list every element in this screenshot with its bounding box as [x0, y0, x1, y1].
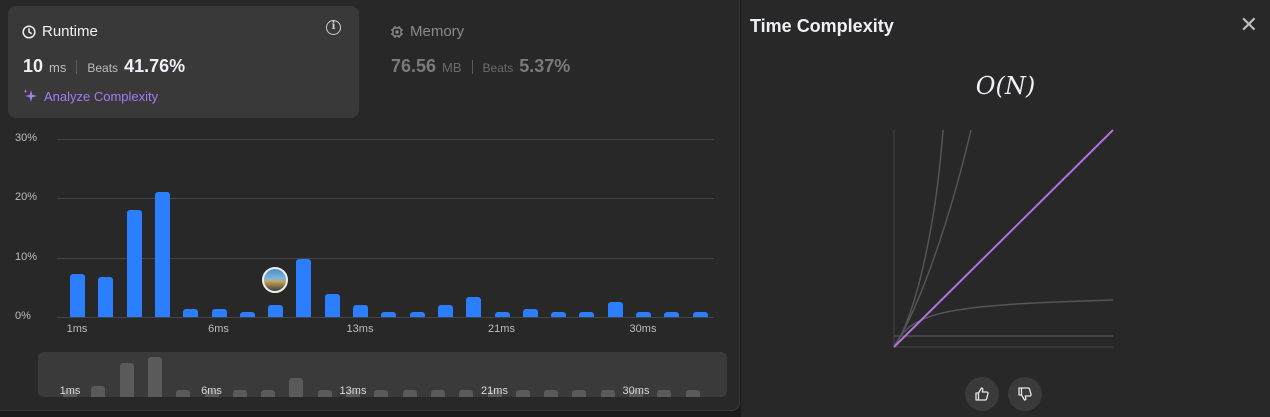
- divider: [76, 59, 78, 74]
- thumbs-down-button[interactable]: [1008, 377, 1042, 411]
- distribution-bar[interactable]: [409, 311, 425, 317]
- distribution-bar[interactable]: [296, 258, 312, 317]
- analyze-complexity-link[interactable]: Analyze Complexity: [22, 88, 158, 104]
- mini-bar: [685, 390, 700, 397]
- mini-bar: [515, 390, 530, 397]
- distribution-bar[interactable]: [692, 311, 708, 317]
- y-tick-label: 10%: [15, 250, 38, 263]
- distribution-bar[interactable]: [607, 301, 623, 317]
- distribution-bar[interactable]: [126, 210, 142, 317]
- distribution-bar[interactable]: [183, 308, 199, 317]
- mini-bar: [402, 390, 417, 397]
- runtime-unit: ms: [49, 60, 67, 75]
- mini-bar: [374, 390, 389, 397]
- cpu-icon: [391, 25, 403, 38]
- memory-header: Memory: [390, 23, 464, 40]
- distribution-bar[interactable]: [522, 308, 538, 317]
- runtime-beats-label: Beats: [87, 61, 119, 75]
- mini-tick-label: 13ms: [339, 385, 367, 397]
- distribution-bar[interactable]: [154, 192, 170, 317]
- mini-bar: [147, 357, 162, 397]
- mini-tick-label: 30ms: [622, 385, 650, 397]
- distribution-bar[interactable]: [664, 311, 680, 317]
- y-tick-label: 30%: [15, 132, 38, 144]
- mini-bar: [91, 385, 106, 397]
- mini-bar: [176, 390, 191, 397]
- mini-tick-label: 6ms: [201, 385, 222, 397]
- mini-bar: [317, 390, 332, 397]
- sparkles-icon: [23, 89, 37, 102]
- complexity-graph: [893, 129, 1114, 348]
- mini-bar: [289, 378, 304, 397]
- distribution-bar[interactable]: [579, 311, 595, 317]
- close-icon[interactable]: ✕: [1240, 14, 1258, 36]
- gridline: [57, 317, 714, 318]
- distribution-bar[interactable]: [211, 308, 227, 317]
- memory-unit: MB: [442, 60, 462, 75]
- runtime-label: Runtime: [42, 23, 98, 40]
- distribution-bar[interactable]: [353, 305, 368, 317]
- distribution-bar[interactable]: [551, 311, 567, 317]
- memory-beats-label: Beats: [482, 61, 514, 75]
- distribution-bar[interactable]: [98, 276, 114, 317]
- distribution-bar[interactable]: [437, 305, 453, 317]
- mini-tick-label: 1ms: [59, 385, 81, 397]
- divider: [471, 59, 473, 74]
- runtime-distribution-chart: 30% 20% 10% 0% 1ms 6ms 13ms 21ms 30ms: [0, 125, 730, 340]
- thumbs-up-icon: [975, 387, 989, 401]
- x-tick-label: 1ms: [66, 323, 88, 335]
- distribution-bar[interactable]: [494, 311, 510, 317]
- mini-bar: [430, 390, 445, 397]
- distribution-bar[interactable]: [239, 311, 255, 317]
- distribution-bar[interactable]: [70, 273, 85, 317]
- clock-icon: [22, 24, 36, 39]
- distribution-bar[interactable]: [381, 311, 397, 317]
- y-tick-label: 20%: [15, 191, 38, 204]
- mini-bar: [232, 390, 247, 397]
- x-tick-label: 13ms: [346, 323, 374, 335]
- x-tick-label: 30ms: [629, 323, 657, 335]
- runtime-header: Runtime: [22, 23, 98, 40]
- your-submission-avatar[interactable]: [262, 267, 289, 294]
- memory-label: Memory: [410, 23, 465, 40]
- mini-bar: [572, 390, 587, 397]
- distribution-bar[interactable]: [324, 293, 340, 317]
- thumbs-up-button[interactable]: [965, 377, 999, 411]
- x-tick-label: 21ms: [488, 323, 515, 335]
- mini-bar: [600, 390, 615, 397]
- memory-stat-row: 76.56 MB Beats 5.37%: [391, 56, 570, 77]
- time-complexity-panel: Time Complexity ✕ O(N): [741, 0, 1270, 417]
- memory-card[interactable]: Memory 76.56 MB Beats 5.37%: [376, 6, 716, 118]
- info-icon[interactable]: i: [326, 20, 341, 35]
- runtime-stat-row: 10 ms Beats 41.76%: [23, 56, 185, 77]
- complexity-notation: O(N): [975, 72, 1036, 100]
- mini-bar: [459, 390, 474, 397]
- distribution-bar[interactable]: [268, 305, 284, 317]
- runtime-value: 10: [23, 56, 44, 76]
- distribution-bar[interactable]: [636, 311, 651, 317]
- mini-bar: [657, 390, 672, 397]
- mini-bar: [119, 362, 134, 397]
- x-tick-label: 6ms: [208, 323, 229, 335]
- analyze-complexity-label: Analyze Complexity: [44, 88, 159, 104]
- runtime-card[interactable]: Runtime i 10 ms Beats 41.76% Analyze Com…: [8, 6, 359, 118]
- thumbs-down-icon: [1018, 387, 1032, 401]
- gridline: [57, 139, 714, 140]
- runtime-beats-value: 41.76%: [124, 56, 186, 76]
- y-tick-label: 0%: [15, 310, 31, 322]
- memory-value: 76.56: [391, 56, 437, 76]
- panel-title: Time Complexity: [750, 16, 894, 36]
- mini-bar: [261, 390, 276, 397]
- mini-bar: [544, 390, 559, 397]
- mini-tick-label: 21ms: [481, 385, 508, 397]
- runtime-range-scrubber[interactable]: 1ms 6ms 13ms 21ms 30ms: [38, 352, 727, 397]
- submission-stats-panel: Runtime i 10 ms Beats 41.76% Analyze Com…: [0, 0, 740, 411]
- distribution-bar[interactable]: [466, 297, 482, 317]
- memory-beats-value: 5.37%: [519, 56, 571, 76]
